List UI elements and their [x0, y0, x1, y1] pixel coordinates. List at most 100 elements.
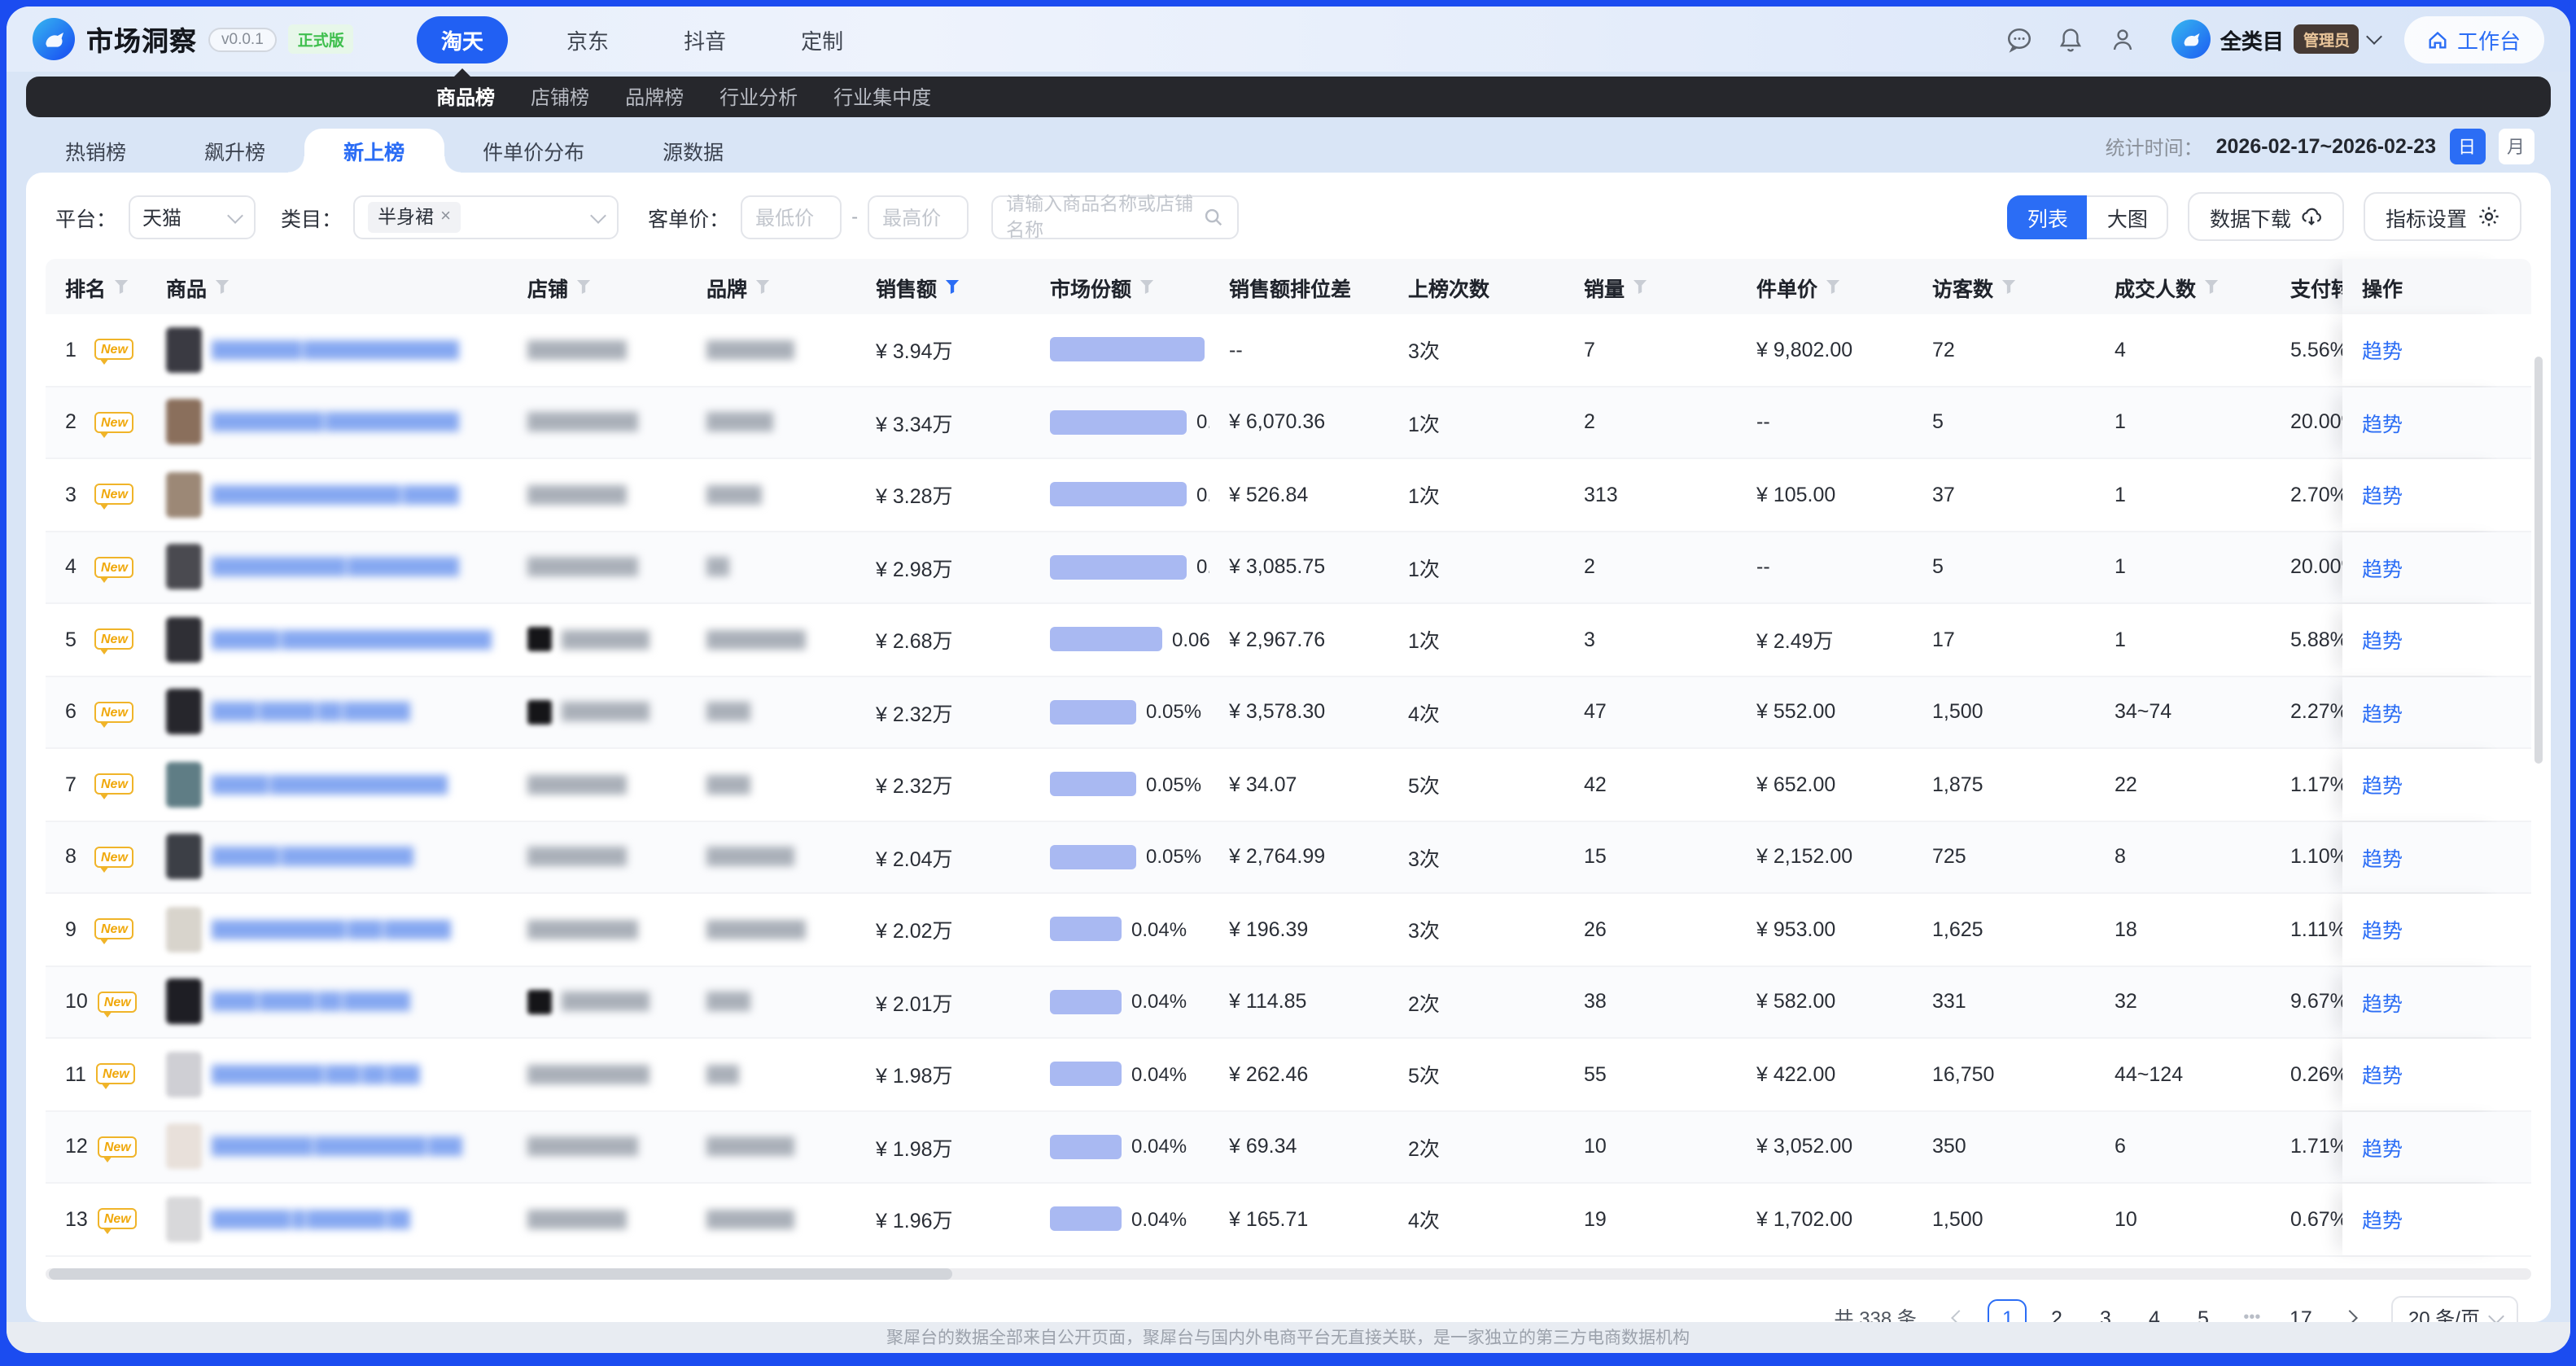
tab-item[interactable]: 飙升榜	[165, 129, 304, 173]
filter-funnel-icon[interactable]	[114, 279, 129, 294]
column-header[interactable]: 销量	[1564, 259, 1737, 314]
product-name-blurred[interactable]: ████████████ ███ ██████	[212, 920, 451, 939]
column-header[interactable]: 成交人数	[2095, 259, 2271, 314]
page-number[interactable]: 5	[2184, 1298, 2223, 1322]
trend-link[interactable]: 趋势	[2362, 552, 2403, 583]
trend-link[interactable]: 趋势	[2362, 1132, 2403, 1162]
sub-nav-item[interactable]: 行业集中度	[833, 83, 931, 111]
product-thumbnail[interactable]	[166, 690, 202, 735]
product-name-blurred[interactable]: █████ ████████████████	[212, 775, 447, 795]
page-number[interactable]: 2	[2037, 1298, 2076, 1322]
product-name-blurred[interactable]: ████████████ ██████████	[212, 558, 458, 577]
scrollbar-thumb[interactable]	[49, 1267, 952, 1279]
product-thumbnail[interactable]	[166, 834, 202, 880]
page-number[interactable]: 4	[2135, 1298, 2174, 1322]
trend-link[interactable]: 趋势	[2362, 335, 2403, 366]
trend-link[interactable]: 趋势	[2362, 769, 2403, 800]
price-max-input[interactable]: 最高价	[868, 195, 969, 239]
product-name-blurred[interactable]: █████████████████ █████	[212, 485, 458, 505]
prev-page-button[interactable]	[1940, 1298, 1979, 1322]
product-name-blurred[interactable]: ██████████ ███ ██ ███	[212, 1065, 421, 1084]
tab-item[interactable]: 件单价分布	[444, 129, 623, 173]
column-header[interactable]: 市场份额	[1030, 259, 1209, 314]
bell-icon[interactable]	[2058, 25, 2085, 53]
product-thumbnail[interactable]	[166, 327, 202, 373]
product-name-blurred[interactable]: █████████ ██████████ ███	[212, 1137, 461, 1157]
product-thumbnail[interactable]	[166, 1052, 202, 1097]
user-icon[interactable]	[2110, 25, 2137, 53]
filter-funnel-icon[interactable]	[215, 279, 230, 294]
sub-nav-item[interactable]: 商品榜	[436, 83, 495, 111]
page-number[interactable]: 17	[2281, 1298, 2320, 1322]
product-name-blurred[interactable]: ██████ ███████████████████	[212, 630, 492, 650]
price-min-input[interactable]: 最低价	[741, 195, 842, 239]
top-nav-item[interactable]: 抖音	[667, 15, 742, 63]
trend-link[interactable]: 趋势	[2362, 914, 2403, 945]
column-header[interactable]: 商品	[147, 259, 508, 314]
platform-select[interactable]: 天猫	[128, 195, 255, 239]
filter-funnel-icon[interactable]	[2204, 279, 2219, 294]
product-name-blurred[interactable]: ████████ ██████████████	[212, 340, 458, 360]
large-view-button[interactable]: 大图	[2088, 195, 2169, 239]
search-input[interactable]: 请输入商品名称或店铺名称	[991, 195, 1239, 239]
product-name-blurred[interactable]: ██████████ ████████████	[212, 413, 458, 432]
data-download-button[interactable]: 数据下载	[2189, 192, 2345, 241]
product-thumbnail[interactable]	[166, 979, 202, 1025]
product-thumbnail[interactable]	[166, 762, 202, 808]
vertical-scrollbar[interactable]	[2534, 357, 2542, 764]
message-icon[interactable]	[2005, 25, 2033, 53]
tab-item[interactable]: 源数据	[623, 129, 763, 173]
horizontal-scrollbar[interactable]	[46, 1267, 2530, 1279]
account-menu[interactable]: 全类目 管理员	[2171, 20, 2381, 59]
tab-item[interactable]: 热销榜	[26, 129, 165, 173]
product-name-blurred[interactable]: ███████ █ ███████ ██	[212, 1210, 409, 1229]
product-thumbnail[interactable]	[166, 472, 202, 518]
product-thumbnail[interactable]	[166, 907, 202, 952]
filter-funnel-icon[interactable]	[576, 279, 591, 294]
filter-funnel-icon[interactable]	[2001, 279, 2016, 294]
column-header[interactable]: 品牌	[687, 259, 856, 314]
product-thumbnail[interactable]	[166, 1124, 202, 1170]
filter-funnel-icon[interactable]	[1139, 279, 1154, 294]
tab-active[interactable]: 新上榜	[304, 129, 444, 173]
trend-link[interactable]: 趋势	[2362, 842, 2403, 873]
trend-link[interactable]: 趋势	[2362, 987, 2403, 1018]
metric-settings-button[interactable]: 指标设置	[2364, 192, 2521, 241]
page-number[interactable]: 3	[2086, 1298, 2125, 1322]
top-nav-item[interactable]: 淘天	[417, 15, 508, 63]
column-header[interactable]: 访客数	[1913, 259, 2095, 314]
trend-link[interactable]: 趋势	[2362, 624, 2403, 655]
filter-funnel-icon[interactable]	[1633, 279, 1647, 294]
product-thumbnail[interactable]	[166, 400, 202, 445]
product-name-blurred[interactable]: ██████ ████████████	[212, 847, 414, 867]
next-page-button[interactable]	[2330, 1298, 2369, 1322]
product-thumbnail[interactable]	[166, 545, 202, 590]
filter-funnel-icon[interactable]	[945, 279, 960, 294]
product-name-blurred[interactable]: ████ █████ ██ ██████	[212, 703, 409, 722]
trend-link[interactable]: 趋势	[2362, 479, 2403, 510]
trend-link[interactable]: 趋势	[2362, 1204, 2403, 1235]
top-nav-item[interactable]: 定制	[785, 15, 859, 63]
sub-nav-item[interactable]: 店铺榜	[531, 83, 589, 111]
workspace-button[interactable]: 工作台	[2405, 15, 2543, 63]
filter-funnel-icon[interactable]	[1826, 279, 1840, 294]
product-thumbnail[interactable]	[166, 1197, 202, 1242]
page-number[interactable]: 1	[1988, 1298, 2027, 1322]
product-thumbnail[interactable]	[166, 617, 202, 663]
trend-link[interactable]: 趋势	[2362, 697, 2403, 728]
trend-link[interactable]: 趋势	[2362, 407, 2403, 438]
list-view-button[interactable]: 列表	[2008, 195, 2088, 239]
page-size-select[interactable]: 20 条/页	[2392, 1295, 2517, 1322]
sub-nav-item[interactable]: 品牌榜	[625, 83, 684, 111]
filter-funnel-icon[interactable]	[755, 279, 770, 294]
column-header[interactable]: 件单价	[1737, 259, 1913, 314]
top-nav-item[interactable]: 京东	[550, 15, 625, 63]
sub-nav-item[interactable]: 行业分析	[719, 83, 798, 111]
column-header[interactable]: 销售额	[856, 259, 1030, 314]
product-name-blurred[interactable]: ████ █████ ██ ██████	[212, 992, 409, 1012]
category-select[interactable]: 半身裙 ×	[353, 195, 619, 239]
column-header[interactable]: 排名	[46, 259, 147, 314]
day-toggle[interactable]: 日	[2449, 129, 2485, 164]
remove-tag-icon[interactable]: ×	[440, 207, 451, 226]
time-range[interactable]: 2026-02-17~2026-02-23	[2216, 135, 2436, 158]
